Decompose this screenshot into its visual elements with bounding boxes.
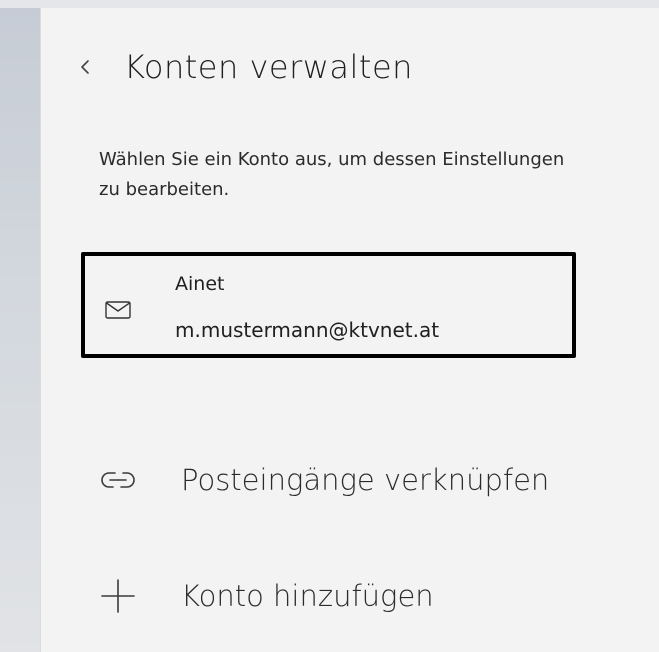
page-title: Konten verwalten bbox=[124, 48, 413, 86]
top-strip bbox=[0, 0, 659, 8]
add-account-button[interactable]: Konto hinzufügen bbox=[98, 576, 434, 616]
manage-accounts-panel: Konten verwalten Wählen Sie ein Konto au… bbox=[40, 8, 659, 652]
plus-icon bbox=[98, 576, 138, 616]
account-item-ainet[interactable]: Ainet m.mustermann@ktvnet.at bbox=[81, 252, 576, 358]
window-backdrop bbox=[0, 0, 40, 652]
link-inboxes-button[interactable]: Posteingänge verknüpfen bbox=[98, 460, 549, 500]
link-inboxes-label: Posteingänge verknüpfen bbox=[181, 463, 550, 497]
account-email: m.mustermann@ktvnet.at bbox=[175, 318, 440, 342]
add-account-label: Konto hinzufügen bbox=[181, 579, 434, 613]
chevron-left-icon[interactable] bbox=[79, 57, 91, 77]
mail-icon bbox=[105, 300, 131, 320]
account-name: Ainet bbox=[175, 273, 225, 295]
description-text: Wählen Sie ein Konto aus, um dessen Eins… bbox=[99, 149, 565, 200]
link-icon bbox=[98, 460, 138, 500]
back-button[interactable]: Konten verwalten bbox=[79, 42, 413, 92]
